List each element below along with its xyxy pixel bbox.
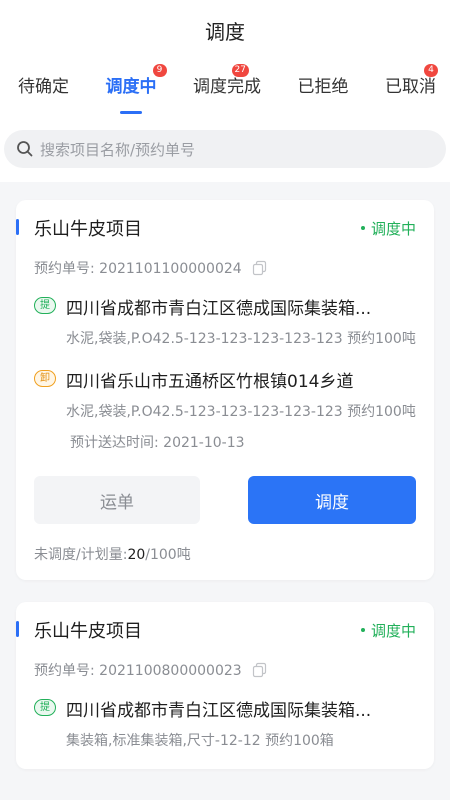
dropoff-goods: 水泥,袋装,P.O42.5-123-123-123-123-123 预约100吨: [66, 404, 416, 420]
pickup-address: 四川省成都市青白江区德成国际集装箱...: [66, 701, 372, 721]
search-placeholder: 搜索项目名称/预约单号: [40, 140, 196, 159]
count-badge: 27: [231, 64, 249, 77]
pickup-tag: 提: [34, 699, 56, 716]
tab-label: 已取消: [385, 77, 436, 97]
tab-bar: 待确定 调度中 9 调度完成 27 已拒绝 已取消 4: [0, 60, 450, 120]
project-title: 乐山牛皮项目: [16, 215, 142, 241]
count-badge: 9: [152, 64, 167, 77]
dispatch-button[interactable]: 调度: [248, 476, 416, 524]
progress-done: 20: [127, 547, 146, 563]
dispatch-progress: 未调度/计划量:20/100吨: [34, 544, 416, 564]
status-text: 调度中: [370, 621, 416, 640]
pickup-address-row: 提 四川省成都市青白江区德成国际集装箱...: [34, 294, 416, 319]
dropoff-tag: 卸: [34, 370, 56, 387]
status-badge: 调度中: [360, 620, 416, 641]
search-icon: [17, 141, 33, 157]
progress-total: /100吨: [145, 547, 191, 563]
status-badge: 调度中: [360, 218, 416, 239]
tab-label: 调度完成: [193, 77, 261, 97]
count-badge: 4: [424, 64, 438, 77]
dropoff-address: 四川省乐山市五通桥区竹根镇014乡道: [66, 372, 354, 392]
tab-dispatching[interactable]: 调度中 9: [105, 64, 167, 116]
tab-pending[interactable]: 待确定: [18, 72, 69, 116]
pickup-goods: 水泥,袋装,P.O42.5-123-123-123-123-123 预约100吨: [66, 331, 416, 347]
copy-icon[interactable]: [252, 662, 268, 678]
tab-label: 调度中: [105, 77, 157, 97]
page-header: 调度: [0, 0, 450, 60]
tab-label: 待确定: [18, 77, 69, 97]
status-dot: [360, 226, 365, 230]
tab-cancelled[interactable]: 已取消 4: [385, 64, 438, 116]
pickup-tag: 提: [34, 297, 56, 314]
order-card[interactable]: 乐山牛皮项目 调度中 预约单号: 2021100800000023 提 四川省成…: [16, 602, 434, 769]
order-list: 乐山牛皮项目 调度中 预约单号: 2021101100000024 提 四川省成…: [0, 182, 450, 769]
dropoff-address-row: 卸 四川省乐山市五通桥区竹根镇014乡道: [34, 367, 416, 392]
order-number: 预约单号: 2021100800000023: [34, 663, 242, 679]
estimated-arrival: 预计送达时间: 2021-10-13: [70, 435, 245, 451]
search-input[interactable]: 搜索项目名称/预约单号: [4, 130, 446, 168]
tab-rejected[interactable]: 已拒绝: [298, 72, 349, 116]
tab-completed[interactable]: 调度完成 27: [193, 64, 261, 116]
waybill-button[interactable]: 运单: [34, 476, 200, 524]
status-dot: [360, 628, 365, 632]
tab-label: 已拒绝: [297, 77, 349, 97]
active-tab-indicator: [120, 111, 142, 114]
search-bar-container: 搜索项目名称/预约单号: [0, 120, 450, 182]
pickup-address: 四川省成都市青白江区德成国际集装箱...: [66, 299, 372, 319]
pickup-goods: 集装箱,标准集装箱,尺寸-12-12 预约100箱: [66, 733, 334, 749]
order-number: 预约单号: 2021101100000024: [34, 261, 242, 277]
status-text: 调度中: [370, 219, 416, 238]
progress-label: 未调度/计划量:: [34, 547, 128, 563]
order-card[interactable]: 乐山牛皮项目 调度中 预约单号: 2021101100000024 提 四川省成…: [16, 200, 434, 580]
copy-icon[interactable]: [252, 260, 268, 276]
project-title: 乐山牛皮项目: [16, 617, 142, 643]
order-number-row: 预约单号: 2021100800000023: [34, 660, 416, 680]
pickup-address-row: 提 四川省成都市青白江区德成国际集装箱...: [34, 696, 416, 721]
order-number-row: 预约单号: 2021101100000024: [34, 258, 416, 278]
page-title: 调度: [205, 19, 245, 44]
